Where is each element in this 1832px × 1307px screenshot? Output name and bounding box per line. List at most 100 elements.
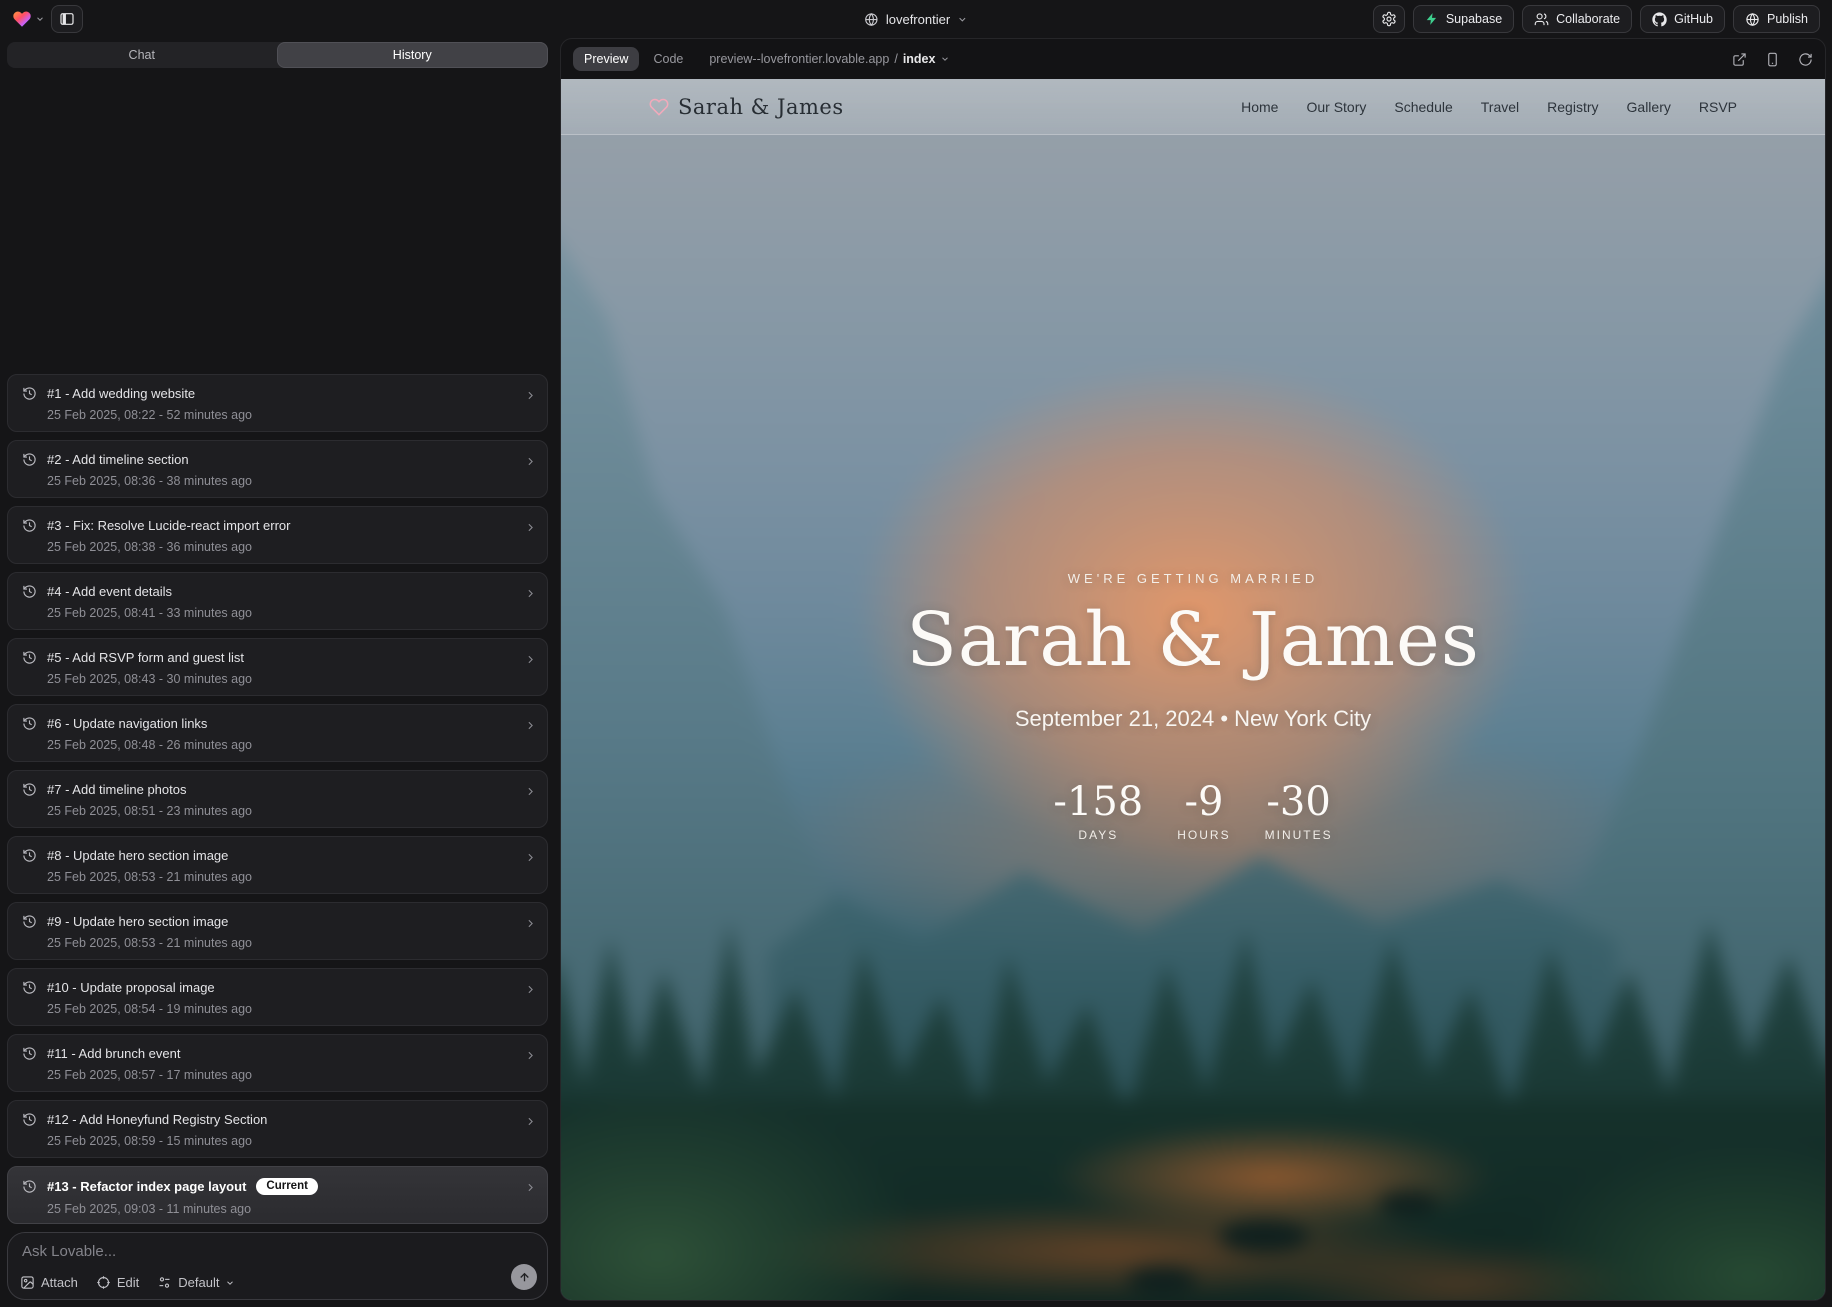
history-item[interactable]: #1 - Add wedding website 25 Feb 2025, 08…	[7, 374, 548, 432]
history-item[interactable]: #7 - Add timeline photos 25 Feb 2025, 08…	[7, 770, 548, 828]
preview-panel: Preview Code preview--lovefrontier.lovab…	[560, 38, 1826, 1301]
chevron-right-icon	[524, 917, 537, 930]
hero-section: WE'RE GETTING MARRIED Sarah & James Sept…	[561, 79, 1825, 1300]
history-item-timestamp: 25 Feb 2025, 08:36 - 38 minutes ago	[47, 474, 513, 488]
chevron-down-icon	[957, 14, 968, 25]
preview-url[interactable]: preview--lovefrontier.lovable.app / inde…	[709, 52, 950, 66]
countdown-unit: -30 MINUTES	[1265, 782, 1333, 842]
github-icon	[1652, 12, 1667, 27]
chevron-down-icon	[225, 1278, 235, 1288]
history-item-timestamp: 25 Feb 2025, 08:53 - 21 minutes ago	[47, 936, 513, 950]
history-item-timestamp: 25 Feb 2025, 08:51 - 23 minutes ago	[47, 804, 513, 818]
history-item-title: #11 - Add brunch event	[47, 1046, 180, 1061]
history-item[interactable]: #13 - Refactor index page layout Current…	[7, 1166, 548, 1224]
history-item[interactable]: #6 - Update navigation links 25 Feb 2025…	[7, 704, 548, 762]
hero-eyebrow: WE'RE GETTING MARRIED	[1068, 571, 1318, 586]
sliders-icon	[157, 1275, 172, 1290]
countdown-value: -9	[1184, 782, 1223, 822]
refresh-icon[interactable]	[1798, 52, 1813, 67]
mode-select[interactable]: Default	[157, 1275, 235, 1290]
chevron-right-icon	[524, 389, 537, 402]
history-item[interactable]: #12 - Add Honeyfund Registry Section 25 …	[7, 1100, 548, 1158]
countdown-label: MINUTES	[1265, 828, 1333, 842]
history-item-timestamp: 25 Feb 2025, 08:48 - 26 minutes ago	[47, 738, 513, 752]
sidebar-tabs: Chat History	[7, 42, 548, 68]
history-icon	[22, 914, 37, 929]
history-item[interactable]: #8 - Update hero section image 25 Feb 20…	[7, 836, 548, 894]
edit-button[interactable]: Edit	[96, 1275, 139, 1290]
website-preview: Sarah & James Home Our Story Schedule Tr…	[561, 79, 1825, 1300]
site-nav-link[interactable]: Our Story	[1306, 99, 1366, 115]
prompt-input[interactable]	[22, 1243, 452, 1260]
chevron-down-icon	[35, 14, 45, 24]
chevron-right-icon	[524, 851, 537, 864]
panel-left-icon	[59, 11, 75, 27]
site-nav-link[interactable]: Travel	[1481, 99, 1519, 115]
settings-button[interactable]	[1373, 5, 1405, 33]
supabase-button[interactable]: Supabase	[1413, 5, 1514, 33]
countdown-value: -158	[1053, 782, 1143, 822]
tab-code[interactable]: Code	[653, 52, 683, 66]
history-icon	[22, 782, 37, 797]
history-item-timestamp: 25 Feb 2025, 08:57 - 17 minutes ago	[47, 1068, 513, 1082]
tab-preview[interactable]: Preview	[573, 47, 639, 71]
history-item-timestamp: 25 Feb 2025, 08:54 - 19 minutes ago	[47, 1002, 513, 1016]
project-selector[interactable]: lovefrontier	[864, 0, 968, 38]
tab-chat[interactable]: Chat	[7, 42, 277, 68]
sidebar-toggle-button[interactable]	[51, 5, 83, 33]
site-nav-link[interactable]: Gallery	[1627, 99, 1671, 115]
mode-label: Default	[178, 1275, 219, 1290]
lovable-logo-menu[interactable]	[12, 9, 45, 29]
history-item[interactable]: #5 - Add RSVP form and guest list 25 Feb…	[7, 638, 548, 696]
history-item[interactable]: #4 - Add event details 25 Feb 2025, 08:4…	[7, 572, 548, 630]
tab-history[interactable]: History	[277, 42, 549, 68]
url-page: index	[903, 52, 936, 66]
history-item[interactable]: #9 - Update hero section image 25 Feb 20…	[7, 902, 548, 960]
site-nav-link[interactable]: Home	[1241, 99, 1278, 115]
preview-toolbar: Preview Code preview--lovefrontier.lovab…	[561, 39, 1825, 79]
lovable-heart-logo-icon	[12, 9, 32, 29]
send-button[interactable]	[511, 1264, 537, 1290]
chat-sidebar: Chat History #1 - Add wedding website 25…	[0, 38, 554, 1307]
attach-label: Attach	[41, 1275, 78, 1290]
history-item[interactable]: #2 - Add timeline section 25 Feb 2025, 0…	[7, 440, 548, 498]
hero-title: Sarah & James	[906, 602, 1480, 680]
globe-icon	[864, 12, 879, 27]
history-item-title: #6 - Update navigation links	[47, 716, 207, 731]
history-icon	[22, 518, 37, 533]
attach-button[interactable]: Attach	[20, 1275, 78, 1290]
history-item[interactable]: #11 - Add brunch event 25 Feb 2025, 08:5…	[7, 1034, 548, 1092]
users-icon	[1534, 12, 1549, 27]
history-item[interactable]: #10 - Update proposal image 25 Feb 2025,…	[7, 968, 548, 1026]
chevron-right-icon	[524, 1181, 537, 1194]
history-item-title: #2 - Add timeline section	[47, 452, 189, 467]
history-icon	[22, 452, 37, 467]
external-link-icon[interactable]	[1732, 52, 1747, 67]
prompt-composer: Attach Edit Default	[7, 1232, 548, 1300]
history-item[interactable]: #3 - Fix: Resolve Lucide-react import er…	[7, 506, 548, 564]
chevron-down-icon	[940, 54, 950, 64]
history-item-title: #5 - Add RSVP form and guest list	[47, 650, 244, 665]
collaborate-button[interactable]: Collaborate	[1522, 5, 1632, 33]
chevron-right-icon	[524, 587, 537, 600]
current-badge: Current	[256, 1178, 318, 1195]
history-item-timestamp: 25 Feb 2025, 08:53 - 21 minutes ago	[47, 870, 513, 884]
history-icon	[22, 1179, 37, 1194]
supabase-label: Supabase	[1446, 12, 1502, 26]
site-nav-link[interactable]: Schedule	[1394, 99, 1452, 115]
image-icon	[20, 1275, 35, 1290]
history-item-title: #1 - Add wedding website	[47, 386, 195, 401]
history-item-timestamp: 25 Feb 2025, 09:03 - 11 minutes ago	[47, 1202, 513, 1216]
history-item-title: #9 - Update hero section image	[47, 914, 228, 929]
chevron-right-icon	[524, 521, 537, 534]
history-item-title: #3 - Fix: Resolve Lucide-react import er…	[47, 518, 290, 533]
site-nav-link[interactable]: RSVP	[1699, 99, 1737, 115]
history-item-title: #8 - Update hero section image	[47, 848, 228, 863]
site-brand[interactable]: Sarah & James	[649, 95, 844, 119]
site-nav-link[interactable]: Registry	[1547, 99, 1598, 115]
publish-button[interactable]: Publish	[1733, 5, 1820, 33]
smartphone-icon[interactable]	[1765, 52, 1780, 67]
url-domain: preview--lovefrontier.lovable.app	[709, 52, 889, 66]
github-button[interactable]: GitHub	[1640, 5, 1725, 33]
project-name: lovefrontier	[886, 12, 950, 27]
